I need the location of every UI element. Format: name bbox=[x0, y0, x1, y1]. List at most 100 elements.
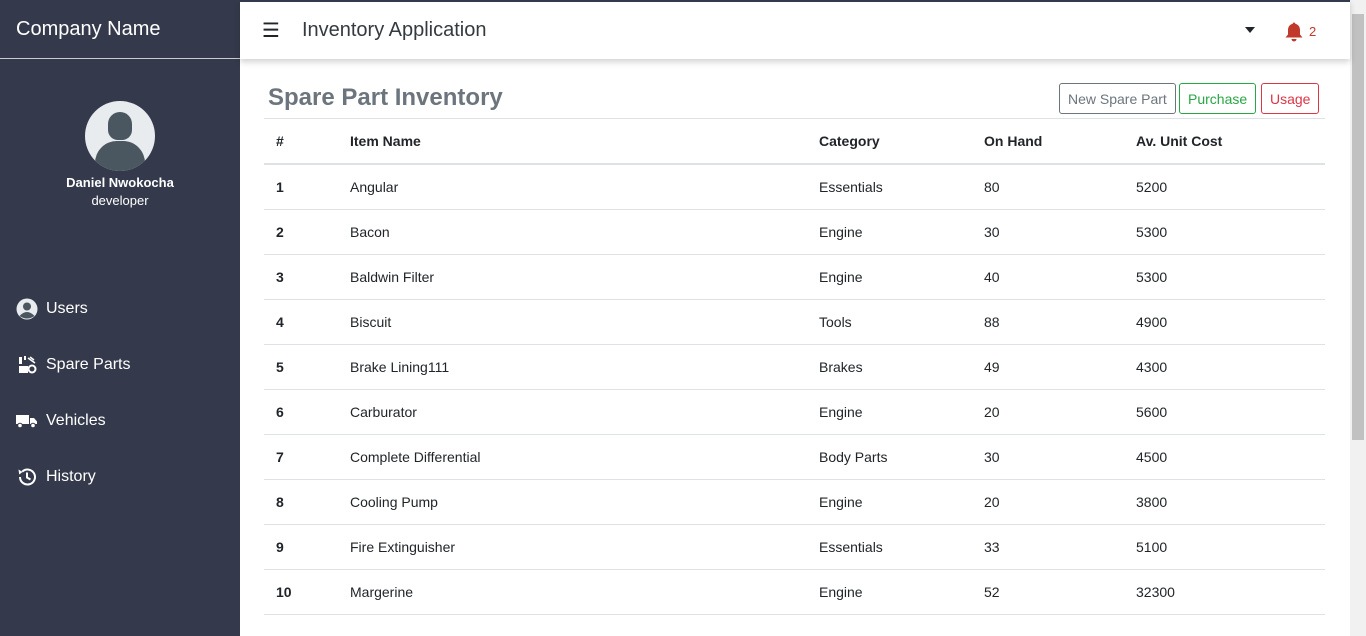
table-row[interactable]: 8 Cooling Pump Engine 20 3800 bbox=[264, 479, 1325, 525]
notification-count-badge: 2 bbox=[1309, 24, 1317, 39]
table-row[interactable]: 2 Bacon Engine 30 5300 bbox=[264, 209, 1325, 255]
column-header-on-hand[interactable]: On Hand bbox=[984, 119, 1136, 165]
spare-parts-icon bbox=[16, 354, 38, 376]
inventory-table-body: 1 Angular Essentials 80 5200 2 Bacon Eng… bbox=[264, 164, 1325, 615]
item-name: Fire Extinguisher bbox=[350, 524, 819, 570]
user-role: developer bbox=[91, 193, 149, 208]
item-category: Brakes bbox=[819, 344, 984, 390]
item-on-hand: 88 bbox=[984, 299, 1136, 345]
item-on-hand: 52 bbox=[984, 569, 1136, 615]
table-row[interactable]: 4 Biscuit Tools 88 4900 bbox=[264, 299, 1325, 345]
item-category: Engine bbox=[819, 209, 984, 255]
sidebar-item-users[interactable]: Users bbox=[0, 281, 240, 337]
item-category: Essentials bbox=[819, 164, 984, 210]
brand-name[interactable]: Company Name bbox=[0, 0, 240, 59]
row-number: 2 bbox=[264, 209, 350, 255]
item-name: Baldwin Filter bbox=[350, 254, 819, 300]
row-number: 7 bbox=[264, 434, 350, 480]
sidebar-item-label: Spare Parts bbox=[46, 356, 131, 373]
item-category: Engine bbox=[819, 569, 984, 615]
item-on-hand: 30 bbox=[984, 434, 1136, 480]
table-row[interactable]: 6 Carburator Engine 20 5600 bbox=[264, 389, 1325, 435]
table-row[interactable]: 3 Baldwin Filter Engine 40 5300 bbox=[264, 254, 1325, 300]
sidebar-item-vehicles[interactable]: Vehicles bbox=[0, 393, 240, 449]
item-on-hand: 80 bbox=[984, 164, 1136, 210]
item-name: Angular bbox=[350, 164, 819, 210]
item-name: Bacon bbox=[350, 209, 819, 255]
sidebar-item-label: Vehicles bbox=[46, 412, 106, 429]
bell-icon[interactable] bbox=[1284, 21, 1304, 48]
item-unit-cost: 32300 bbox=[1136, 569, 1325, 615]
item-on-hand: 20 bbox=[984, 389, 1136, 435]
scrollbar-thumb[interactable] bbox=[1352, 14, 1364, 440]
dropdown-caret-icon[interactable] bbox=[1245, 27, 1255, 33]
row-number: 3 bbox=[264, 254, 350, 300]
user-profile: Daniel Nwokocha developer bbox=[0, 59, 240, 208]
item-on-hand: 33 bbox=[984, 524, 1136, 570]
item-category: Body Parts bbox=[819, 434, 984, 480]
item-unit-cost: 4900 bbox=[1136, 299, 1325, 345]
row-number: 4 bbox=[264, 299, 350, 345]
page-scrollbar[interactable] bbox=[1350, 0, 1366, 636]
table-row[interactable]: 9 Fire Extinguisher Essentials 33 5100 bbox=[264, 524, 1325, 570]
sidebar: Company Name Daniel Nwokocha developer U… bbox=[0, 0, 240, 636]
avatar bbox=[85, 101, 155, 171]
item-unit-cost: 5200 bbox=[1136, 164, 1325, 210]
item-category: Engine bbox=[819, 479, 984, 525]
item-on-hand: 40 bbox=[984, 254, 1136, 300]
column-header-item-name[interactable]: Item Name bbox=[350, 119, 819, 165]
item-category: Engine bbox=[819, 389, 984, 435]
sidebar-item-history[interactable]: History bbox=[0, 449, 240, 505]
inventory-table: # Item Name Category On Hand Av. Unit Co… bbox=[264, 119, 1325, 615]
user-name: Daniel Nwokocha bbox=[66, 175, 174, 190]
item-unit-cost: 5600 bbox=[1136, 389, 1325, 435]
menu-icon[interactable]: ☰ bbox=[262, 18, 280, 43]
row-number: 1 bbox=[264, 164, 350, 210]
usage-button[interactable]: Usage bbox=[1261, 83, 1320, 114]
column-header-unit-cost[interactable]: Av. Unit Cost bbox=[1136, 119, 1325, 165]
item-name: Brake Lining111 bbox=[350, 344, 819, 390]
new-spare-part-button[interactable]: New Spare Part bbox=[1059, 83, 1176, 114]
item-name: Complete Differential bbox=[350, 434, 819, 480]
history-icon bbox=[16, 466, 38, 488]
row-number: 6 bbox=[264, 389, 350, 435]
column-header-category[interactable]: Category bbox=[819, 119, 984, 165]
item-on-hand: 20 bbox=[984, 479, 1136, 525]
purchase-button[interactable]: Purchase bbox=[1179, 83, 1257, 114]
item-unit-cost: 3800 bbox=[1136, 479, 1325, 525]
sidebar-item-label: History bbox=[46, 468, 96, 485]
page-header: Spare Part Inventory New Spare Part Purc… bbox=[264, 59, 1325, 119]
truck-icon bbox=[16, 410, 38, 432]
app-title: Inventory Application bbox=[301, 19, 487, 41]
user-circle-icon bbox=[16, 298, 38, 320]
table-row[interactable]: 5 Brake Lining111 Brakes 49 4300 bbox=[264, 344, 1325, 390]
sidebar-item-label: Users bbox=[46, 300, 88, 317]
item-on-hand: 30 bbox=[984, 209, 1136, 255]
item-name: Margerine bbox=[350, 569, 819, 615]
item-name: Carburator bbox=[350, 389, 819, 435]
top-navbar: ☰ Inventory Application 2 bbox=[240, 0, 1350, 59]
item-unit-cost: 5100 bbox=[1136, 524, 1325, 570]
item-on-hand: 49 bbox=[984, 344, 1136, 390]
row-number: 9 bbox=[264, 524, 350, 570]
item-name: Cooling Pump bbox=[350, 479, 819, 525]
table-row[interactable]: 10 Margerine Engine 52 32300 bbox=[264, 569, 1325, 615]
row-number: 10 bbox=[264, 569, 350, 615]
page-title: Spare Part Inventory bbox=[268, 84, 503, 111]
item-unit-cost: 4500 bbox=[1136, 434, 1325, 480]
main-content: Spare Part Inventory New Spare Part Purc… bbox=[264, 59, 1325, 615]
sidebar-item-spare-parts[interactable]: Spare Parts bbox=[0, 337, 240, 393]
sidebar-nav: Users Spare Parts Vehicles History bbox=[0, 281, 240, 505]
item-unit-cost: 5300 bbox=[1136, 254, 1325, 300]
table-row[interactable]: 7 Complete Differential Body Parts 30 45… bbox=[264, 434, 1325, 480]
item-category: Engine bbox=[819, 254, 984, 300]
item-category: Tools bbox=[819, 299, 984, 345]
item-name: Biscuit bbox=[350, 299, 819, 345]
item-unit-cost: 4300 bbox=[1136, 344, 1325, 390]
item-category: Essentials bbox=[819, 524, 984, 570]
column-header-number[interactable]: # bbox=[264, 119, 350, 165]
table-row[interactable]: 1 Angular Essentials 80 5200 bbox=[264, 164, 1325, 210]
table-header-row: # Item Name Category On Hand Av. Unit Co… bbox=[264, 119, 1325, 165]
row-number: 5 bbox=[264, 344, 350, 390]
row-number: 8 bbox=[264, 479, 350, 525]
